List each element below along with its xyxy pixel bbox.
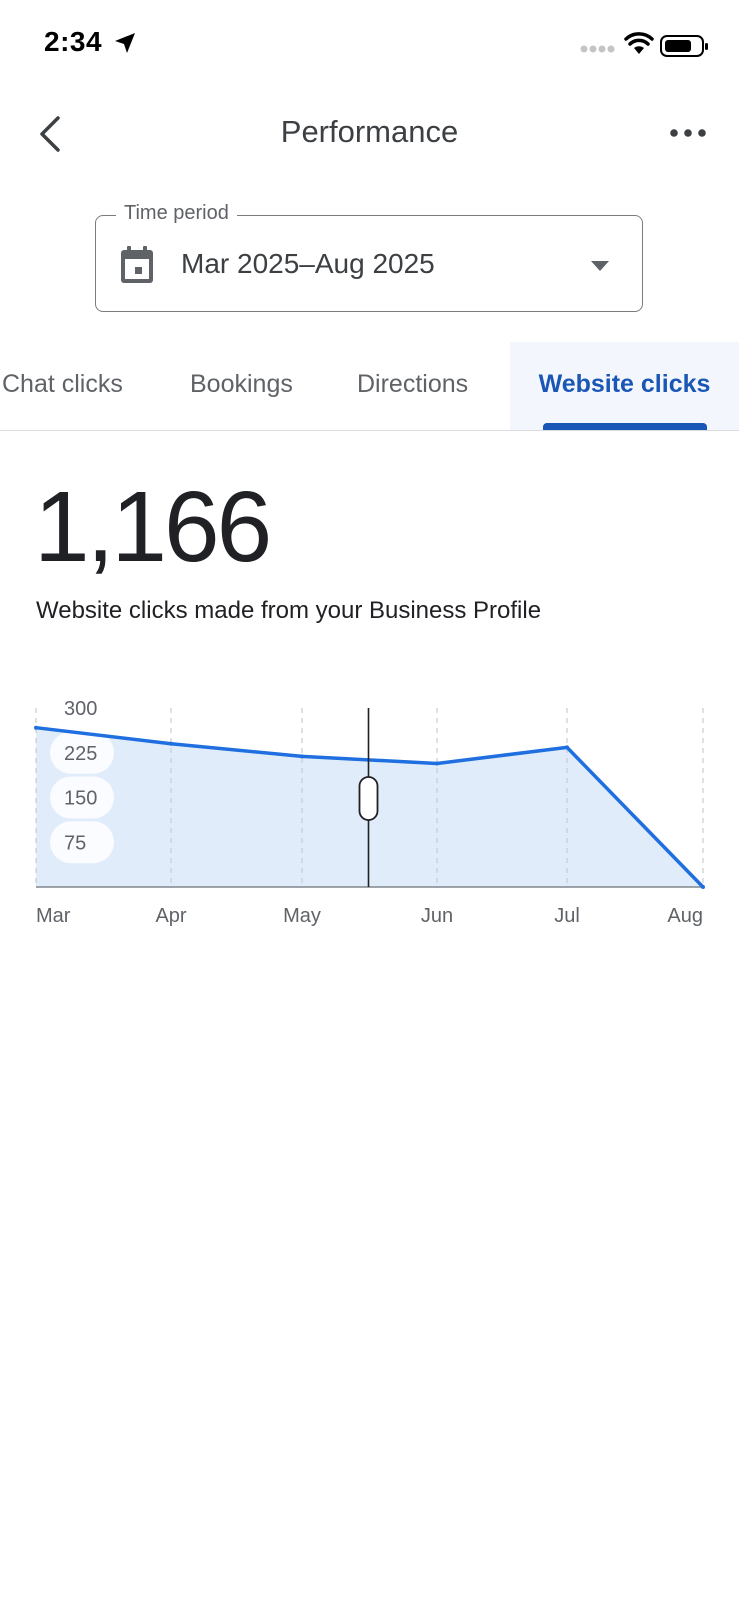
active-tab-indicator	[543, 423, 707, 430]
x-tick-label-jun: Jun	[421, 905, 453, 927]
calendar-icon	[121, 246, 153, 283]
battery-icon	[660, 35, 708, 57]
tab-website-clicks[interactable]: Website clicks	[510, 342, 739, 430]
x-tick-label-apr: Apr	[155, 905, 186, 927]
y-tick-label-300: 300	[64, 698, 97, 720]
more-options-button[interactable]	[664, 118, 712, 148]
tab-chat-clicks[interactable]: Chat clicks	[2, 342, 123, 430]
location-arrow-icon	[115, 33, 135, 53]
data-point-mar	[34, 725, 38, 730]
chart-cursor-handle[interactable]	[358, 776, 379, 821]
data-point-aug	[701, 885, 705, 889]
wifi-icon	[624, 32, 654, 54]
time-period-label: Time period	[116, 202, 237, 225]
tab-bookings[interactable]: Bookings	[190, 342, 293, 430]
x-tick-label-aug: Aug	[667, 905, 703, 927]
page-title: Performance	[280, 114, 459, 149]
data-point-may	[300, 754, 304, 759]
y-tick-label-75: 75	[64, 832, 86, 854]
time-period-value: Mar 2025–Aug 2025	[181, 248, 435, 279]
website-clicks-chart[interactable]: 300 225 150 75 Mar Apr May Jun Jul Aug	[0, 690, 739, 950]
data-point-jun	[435, 761, 439, 766]
total-description: Website clicks made from your Business P…	[36, 597, 542, 624]
x-tick-label-jul: Jul	[554, 905, 580, 927]
time-period-dropdown[interactable]: Time period Mar 2025–Aug 2025	[95, 202, 643, 312]
status-bar: 2:34	[0, 0, 739, 90]
metric-tabs: Chat clicks Bookings Directions Website …	[0, 342, 739, 431]
chart-svg: 300 225 150 75 Mar Apr May Jun Jul Aug	[34, 698, 705, 927]
y-tick-label-225: 225	[64, 743, 97, 765]
y-tick-label-150: 150	[64, 788, 97, 810]
x-tick-label-mar: Mar	[36, 905, 71, 927]
data-point-jul	[565, 745, 569, 750]
dropdown-arrow-icon	[591, 261, 609, 271]
total-website-clicks: 1,166	[34, 471, 272, 583]
tab-directions[interactable]: Directions	[357, 342, 468, 430]
cellular-signal-icon	[580, 45, 615, 53]
x-tick-label-may: May	[283, 905, 321, 927]
top-app-bar: Performance	[0, 96, 739, 176]
status-time: 2:34	[44, 26, 103, 57]
more-horizontal-icon	[670, 129, 706, 137]
data-point-apr	[169, 741, 173, 746]
